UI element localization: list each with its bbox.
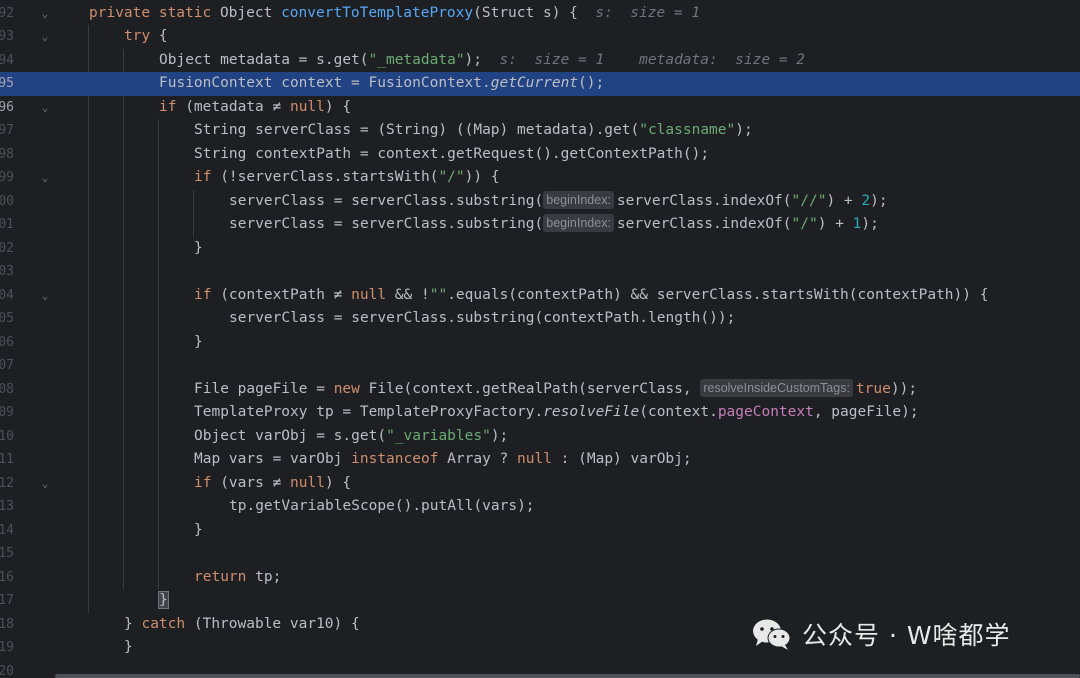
- line-number[interactable]: 117: [0, 589, 14, 613]
- line-number[interactable]: 102: [0, 237, 14, 261]
- line-number[interactable]: 103: [0, 260, 14, 284]
- fold-chevron-icon[interactable]: ⌄: [40, 472, 50, 496]
- code-text[interactable]: File pageFile = new File(context.getReal…: [194, 378, 917, 402]
- code-text[interactable]: String serverClass = (String) ((Map) met…: [194, 119, 753, 143]
- code-line[interactable]: 108 File pageFile = new File(context.getR…: [0, 378, 1080, 402]
- code-line[interactable]: 102}: [0, 237, 1080, 261]
- code-text[interactable]: if (vars ≠ null) {: [194, 472, 351, 496]
- code-line[interactable]: 101 serverClass = serverClass.substring(b…: [0, 213, 1080, 237]
- code-line[interactable]: 100 serverClass = serverClass.substring(b…: [0, 190, 1080, 214]
- line-number[interactable]: 107: [0, 354, 14, 378]
- code-text[interactable]: tp.getVariableScope().putAll(vars);: [229, 495, 535, 519]
- code-text[interactable]: Map vars = varObj instanceof Array ? nul…: [194, 448, 692, 472]
- code-line[interactable]: 111 Map vars = varObj instanceof Array ? …: [0, 448, 1080, 472]
- horizontal-scrollbar[interactable]: [55, 674, 1080, 678]
- line-number[interactable]: 109: [0, 401, 14, 425]
- fold-chevron-icon[interactable]: ⌄: [40, 25, 50, 49]
- code-text[interactable]: if (contextPath ≠ null && !"".equals(con…: [194, 284, 988, 308]
- code-line[interactable]: 103: [0, 260, 1080, 284]
- code-text[interactable]: }: [124, 636, 133, 660]
- code-text[interactable]: serverClass = serverClass.substring(begi…: [229, 213, 879, 237]
- line-number[interactable]: 115: [0, 542, 14, 566]
- line-number[interactable]: 92: [0, 2, 14, 26]
- code-line[interactable]: 93 ⌄ try {: [0, 25, 1080, 49]
- code-text[interactable]: Object varObj = s.get("_variables");: [194, 425, 508, 449]
- code-line[interactable]: 106}: [0, 331, 1080, 355]
- line-number[interactable]: 116: [0, 566, 14, 590]
- code-text[interactable]: try {: [124, 25, 168, 49]
- fold-chevron-icon[interactable]: ⌄: [40, 2, 50, 26]
- fold-chevron-icon[interactable]: ⌄: [40, 284, 50, 308]
- code-text[interactable]: if (!serverClass.startsWith("/")) {: [194, 166, 500, 190]
- line-number[interactable]: 106: [0, 331, 14, 355]
- code-text[interactable]: return tp;: [194, 566, 281, 590]
- line-number[interactable]: 113: [0, 495, 14, 519]
- line-number[interactable]: 112: [0, 472, 14, 496]
- line-number[interactable]: 118: [0, 613, 14, 637]
- line-number[interactable]: 100: [0, 190, 14, 214]
- wechat-icon: [753, 619, 791, 650]
- code-line[interactable]: 107: [0, 354, 1080, 378]
- code-text[interactable]: private static Object convertToTemplateP…: [89, 2, 700, 26]
- code-text[interactable]: TemplateProxy tp = TemplateProxyFactory.…: [194, 401, 919, 425]
- code-line[interactable]: 97 String serverClass = (String) ((Map) m…: [0, 119, 1080, 143]
- code-line[interactable]: 104 ⌄ if (contextPath ≠ null && !"".equals…: [0, 284, 1080, 308]
- code-text[interactable]: }: [158, 589, 169, 613]
- code-line[interactable]: 112 ⌄ if (vars ≠ null) {: [0, 472, 1080, 496]
- code-line[interactable]: 109 TemplateProxy tp = TemplateProxyFacto…: [0, 401, 1080, 425]
- line-number[interactable]: 94: [0, 49, 14, 73]
- code-line[interactable]: 94 Object metadata = s.get("_metadata"); …: [0, 49, 1080, 73]
- line-number[interactable]: 108: [0, 378, 14, 402]
- code-editor[interactable]: 92 ⌄ private static Object convertToTempla…: [0, 0, 1080, 678]
- line-number[interactable]: 99: [0, 166, 14, 190]
- line-number[interactable]: 105: [0, 307, 14, 331]
- line-number[interactable]: 110: [0, 425, 14, 449]
- code-text[interactable]: FusionContext context = FusionContext.ge…: [159, 72, 604, 96]
- code-line[interactable]: 99 ⌄ if (!serverClass.startsWith("/")) {: [0, 166, 1080, 190]
- code-line[interactable]: 114}: [0, 519, 1080, 543]
- code-text[interactable]: }: [194, 237, 203, 261]
- code-line[interactable]: 110 Object varObj = s.get("_variables");: [0, 425, 1080, 449]
- fold-chevron-icon[interactable]: ⌄: [40, 96, 50, 120]
- code-line[interactable]: 95 FusionContext context = FusionContext.…: [0, 72, 1080, 96]
- line-number[interactable]: 104: [0, 284, 14, 308]
- code-text[interactable]: String contextPath = context.getRequest(…: [194, 143, 709, 167]
- code-line[interactable]: 116 return tp;: [0, 566, 1080, 590]
- code-line[interactable]: 113 tp.getVariableScope().putAll(vars);: [0, 495, 1080, 519]
- line-number[interactable]: 119: [0, 636, 14, 660]
- line-number[interactable]: 101: [0, 213, 14, 237]
- code-line[interactable]: 96 ⌄ if (metadata ≠ null) {: [0, 96, 1080, 120]
- watermark-text: 公众号 · W啥都学: [802, 621, 1011, 650]
- line-number[interactable]: 120: [0, 660, 14, 678]
- code-text[interactable]: serverClass = serverClass.substring(cont…: [229, 307, 735, 331]
- line-number[interactable]: 95: [0, 72, 14, 96]
- code-line[interactable]: 98 String contextPath = context.getReques…: [0, 143, 1080, 167]
- code-line[interactable]: 115: [0, 542, 1080, 566]
- code-text[interactable]: }: [194, 331, 203, 355]
- code-text[interactable]: serverClass = serverClass.substring(begi…: [229, 190, 888, 214]
- code-text[interactable]: Object metadata = s.get("_metadata"); s:…: [159, 49, 805, 73]
- line-number[interactable]: 98: [0, 143, 14, 167]
- code-text[interactable]: }: [194, 519, 203, 543]
- watermark: 公众号 · W啥都学: [752, 612, 1011, 656]
- code-text[interactable]: } catch (Throwable var10) {: [124, 613, 360, 637]
- fold-chevron-icon[interactable]: ⌄: [40, 166, 50, 190]
- line-number[interactable]: 111: [0, 448, 14, 472]
- code-line[interactable]: 117}: [0, 589, 1080, 613]
- line-number[interactable]: 114: [0, 519, 14, 543]
- code-text[interactable]: if (metadata ≠ null) {: [159, 96, 351, 120]
- line-number[interactable]: 97: [0, 119, 14, 143]
- code-line[interactable]: 105 serverClass = serverClass.substring(c…: [0, 307, 1080, 331]
- code-line[interactable]: 92 ⌄ private static Object convertToTempla…: [0, 2, 1080, 26]
- line-number[interactable]: 93: [0, 25, 14, 49]
- line-number[interactable]: 96: [0, 96, 14, 120]
